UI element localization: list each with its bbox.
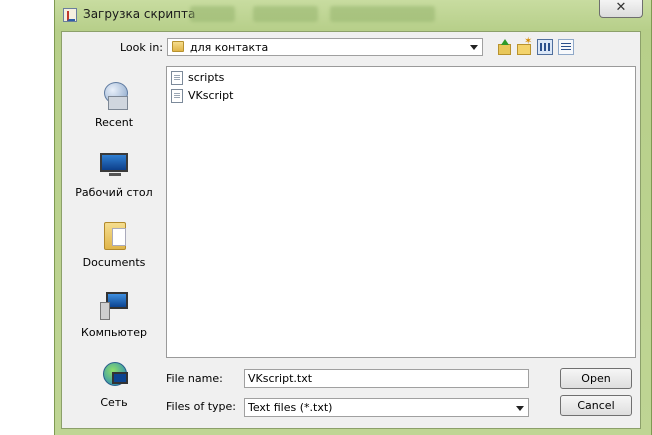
file-chooser-window: Загрузка скрипта ✕ Look in: для контакта… <box>54 0 652 435</box>
look-in-value: для контакта <box>190 41 269 54</box>
files-of-type-label: Files of type: <box>166 400 237 413</box>
java-app-icon <box>63 8 77 22</box>
chevron-down-icon <box>516 406 524 411</box>
open-button[interactable]: Open <box>560 368 632 389</box>
place-computer[interactable]: Компьютер <box>66 280 162 346</box>
recent-icon <box>100 80 130 110</box>
desktop-icon <box>100 150 130 180</box>
file-icon <box>171 71 183 85</box>
place-label: Рабочий стол <box>75 186 153 199</box>
background-blur <box>190 6 235 22</box>
chevron-down-icon <box>470 45 478 50</box>
place-documents[interactable]: Documents <box>66 210 162 276</box>
folder-up-icon[interactable] <box>496 39 512 55</box>
details-view-icon[interactable] <box>558 39 574 55</box>
background-blur <box>253 6 318 22</box>
look-in-label: Look in: <box>120 41 163 54</box>
list-view-icon[interactable] <box>537 39 553 55</box>
file-name-field[interactable] <box>244 369 529 388</box>
background-blur <box>330 6 435 22</box>
file-list[interactable]: scripts VKscript <box>166 66 636 358</box>
place-label: Компьютер <box>81 326 147 339</box>
look-in-combo[interactable]: для контакта <box>167 38 483 56</box>
documents-icon <box>100 220 130 250</box>
places-bar: Recent Рабочий стол Documents Компьютер … <box>66 64 162 412</box>
files-of-type-value: Text files (*.txt) <box>248 401 333 414</box>
file-name: VKscript <box>188 89 234 102</box>
file-name: scripts <box>188 71 225 84</box>
place-label: Recent <box>94 116 134 129</box>
window-title: Загрузка скрипта <box>83 7 196 21</box>
new-folder-icon[interactable] <box>516 36 532 55</box>
network-icon <box>100 360 130 390</box>
title-bar[interactable]: Загрузка скрипта ✕ <box>55 0 651 30</box>
computer-icon <box>100 290 130 320</box>
place-label: Documents <box>82 256 146 269</box>
place-recent[interactable]: Recent <box>66 70 162 136</box>
file-name-label: File name: <box>166 372 223 385</box>
file-icon <box>171 89 183 103</box>
close-button[interactable]: ✕ <box>599 0 643 18</box>
files-of-type-combo[interactable]: Text files (*.txt) <box>244 398 529 417</box>
place-network[interactable]: Сеть <box>66 350 162 416</box>
place-label: Сеть <box>100 396 128 409</box>
cancel-button[interactable]: Cancel <box>560 395 632 416</box>
folder-icon <box>172 41 184 52</box>
dialog-client-area: Look in: для контакта Recent Рабочий сто… <box>61 31 641 429</box>
place-desktop[interactable]: Рабочий стол <box>66 140 162 206</box>
